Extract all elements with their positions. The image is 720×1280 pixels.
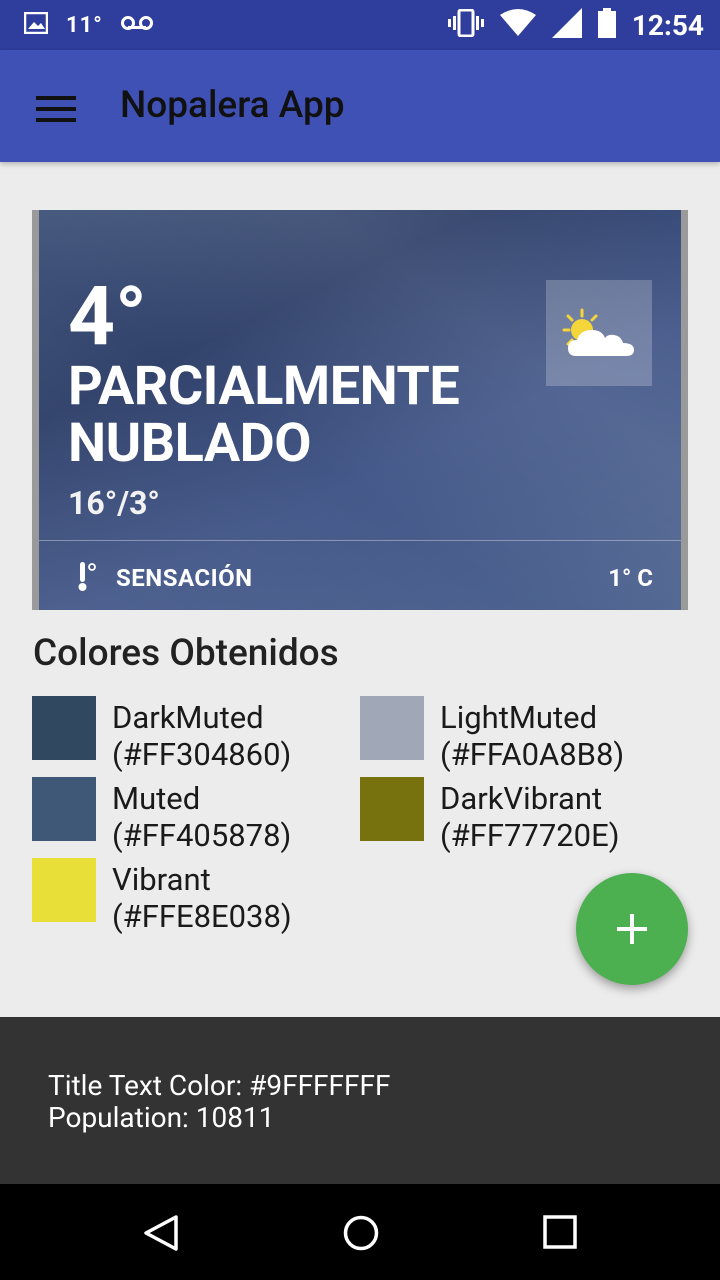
back-icon[interactable] [142, 1214, 180, 1256]
swatch-hex: (#FFE8E038) [112, 898, 292, 935]
swatch-hex: (#FF405878) [112, 817, 292, 854]
status-temperature: 11° [66, 12, 103, 38]
recents-icon[interactable] [543, 1215, 577, 1253]
app-bar: Nopalera App [0, 50, 720, 162]
weather-card[interactable]: 4° PARCIALMENTE NUBLADO 16°/3° SENSACIÓN… [32, 210, 688, 610]
swatch-hex: (#FF304860) [112, 736, 292, 773]
thermometer-icon [77, 562, 97, 592]
add-fab-button[interactable] [576, 873, 688, 985]
weather-divider [39, 540, 681, 541]
palette-item-dark-muted: DarkMuted (#FF304860) [32, 696, 291, 773]
navigation-bar [0, 1184, 720, 1280]
palette-item-muted: Muted (#FF405878) [32, 777, 291, 854]
swatch-name: DarkMuted [112, 699, 264, 736]
voicemail-icon [120, 15, 153, 35]
color-swatch [32, 696, 96, 760]
battery-icon [597, 8, 616, 42]
title-text-color-label: Title Text Color: #9FFFFFFF [48, 1069, 391, 1102]
home-icon[interactable] [342, 1214, 380, 1256]
swatch-hex: (#FF77720E) [440, 817, 620, 854]
color-swatch [32, 858, 96, 922]
partly-cloudy-icon [546, 280, 652, 386]
feels-like-label: SENSACIÓN [116, 564, 253, 592]
weather-high-low: 16°/3° [68, 484, 160, 522]
swatch-hex: (#FFA0A8B8) [440, 736, 625, 773]
color-swatch [360, 696, 424, 760]
swatch-name: Muted [112, 780, 201, 817]
swatch-name: DarkVibrant [440, 780, 603, 817]
feels-like-value: 1° C [608, 564, 653, 592]
hamburger-menu-icon[interactable] [36, 96, 76, 122]
image-icon [23, 11, 49, 38]
population-label: Population: 10811 [48, 1101, 275, 1134]
palette-title: Colores Obtenidos [33, 632, 339, 675]
status-time: 12:54 [631, 8, 704, 42]
wifi-icon [499, 9, 536, 41]
weather-condition: PARCIALMENTE NUBLADO [68, 355, 460, 475]
weather-card-background: 4° PARCIALMENTE NUBLADO 16°/3° SENSACIÓN… [39, 210, 681, 610]
app-title: Nopalera App [120, 84, 345, 127]
palette-item-dark-vibrant: DarkVibrant (#FF77720E) [360, 777, 620, 854]
vibrate-icon [447, 8, 484, 41]
weather-temperature: 4° [68, 269, 147, 365]
swatch-name: Vibrant [112, 861, 211, 898]
color-swatch [32, 777, 96, 841]
swatch-name: LightMuted [440, 699, 598, 736]
signal-icon [551, 8, 582, 42]
palette-item-vibrant: Vibrant (#FFE8E038) [32, 858, 292, 935]
palette-item-light-muted: LightMuted (#FFA0A8B8) [360, 696, 624, 773]
status-bar: 11° 12:54 [0, 0, 720, 50]
color-swatch [360, 777, 424, 841]
info-panel: Title Text Color: #9FFFFFFF Population: … [0, 1017, 720, 1184]
